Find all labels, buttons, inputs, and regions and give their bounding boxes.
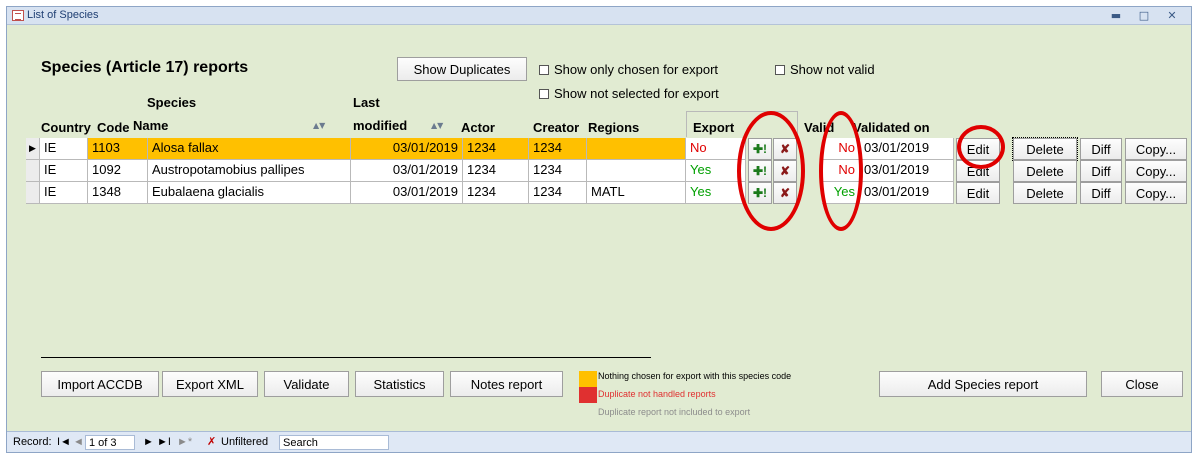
form-icon	[12, 10, 24, 21]
close-icon[interactable]: ✕	[1161, 7, 1183, 25]
only-chosen-label: Show only chosen for export	[554, 62, 719, 77]
cell-code[interactable]: 1092	[88, 160, 148, 182]
cell-last-modified[interactable]: 03/01/2019	[351, 138, 463, 160]
filter-icon: ✗	[207, 436, 217, 448]
species-list-window: List of Species ▬ □ ✕ Species (Article 1…	[6, 6, 1192, 453]
delete-button[interactable]: Delete	[1013, 182, 1077, 204]
diff-button[interactable]: Diff	[1080, 182, 1122, 204]
filter-status[interactable]: Unfiltered	[221, 435, 268, 450]
legend-swatch-orange	[579, 371, 597, 387]
cell-species-name[interactable]: Alosa fallax	[148, 138, 351, 160]
record-selector[interactable]	[26, 160, 40, 182]
cell-country[interactable]: IE	[40, 138, 88, 160]
new-record-button[interactable]: ►*	[177, 435, 192, 450]
only-chosen-checkbox[interactable]	[539, 64, 549, 75]
legend-swatch-red	[579, 387, 597, 403]
title-bar[interactable]: List of Species ▬ □ ✕	[7, 7, 1191, 25]
legend-dup-not-handled: Duplicate not handled reports	[598, 389, 716, 399]
annotation-ring-edit	[957, 125, 1005, 169]
cell-code[interactable]: 1103	[88, 138, 148, 160]
show-duplicates-button[interactable]: Show Duplicates	[397, 57, 527, 81]
cell-regions[interactable]	[587, 160, 686, 182]
window-title: List of Species	[27, 9, 99, 21]
cell-creator[interactable]: 1234	[529, 182, 587, 204]
not-valid-label: Show not valid	[790, 62, 875, 77]
import-accdb-button[interactable]: Import ACCDB	[41, 371, 159, 397]
export-xml-button[interactable]: Export XML	[162, 371, 258, 397]
first-record-button[interactable]: I◄	[57, 435, 71, 450]
not-selected-checkbox[interactable]	[539, 88, 549, 99]
form-heading: Species (Article 17) reports	[41, 59, 249, 76]
record-navigator: Record: I◄ ◄ 1 of 3 ► ►I ►* ✗ Unfiltered…	[7, 431, 1191, 452]
search-field[interactable]: Search	[279, 435, 389, 450]
header-actor: Actor	[461, 120, 495, 135]
header-code: Code	[97, 120, 130, 135]
cell-validated-on[interactable]: 03/01/2019	[860, 160, 954, 182]
header-validated-on: Validated on	[853, 120, 930, 135]
prev-record-button[interactable]: ◄	[73, 435, 84, 450]
not-selected-label: Show not selected for export	[554, 86, 719, 101]
cell-actor[interactable]: 1234	[463, 160, 529, 182]
record-selector[interactable]: ▶	[26, 138, 40, 160]
copy-button[interactable]: Copy...	[1125, 160, 1187, 182]
annotation-ring-export	[737, 111, 805, 231]
restore-icon[interactable]: □	[1133, 7, 1155, 25]
cell-last-modified[interactable]: 03/01/2019	[351, 182, 463, 204]
header-species-1: Species	[147, 95, 197, 110]
legend-nothing-chosen: Nothing chosen for export with this spec…	[598, 371, 792, 381]
close-button[interactable]: Close	[1101, 371, 1183, 397]
cell-code[interactable]: 1348	[88, 182, 148, 204]
next-record-button[interactable]: ►	[143, 435, 154, 450]
species-sort-icon[interactable]: ▲▼	[313, 121, 325, 130]
cell-creator[interactable]: 1234	[529, 138, 587, 160]
copy-button[interactable]: Copy...	[1125, 182, 1187, 204]
cell-regions[interactable]: MATL	[587, 182, 686, 204]
cell-species-name[interactable]: Eubalaena glacialis	[148, 182, 351, 204]
cell-country[interactable]: IE	[40, 182, 88, 204]
diff-button[interactable]: Diff	[1080, 138, 1122, 160]
cell-last-modified[interactable]: 03/01/2019	[351, 160, 463, 182]
minimize-icon[interactable]: ▬	[1105, 7, 1127, 25]
delete-button[interactable]: Delete	[1013, 160, 1077, 182]
record-label: Record:	[13, 436, 52, 448]
diff-button[interactable]: Diff	[1080, 160, 1122, 182]
record-selector[interactable]	[26, 182, 40, 204]
cell-species-name[interactable]: Austropotamobius pallipes	[148, 160, 351, 182]
header-export: Export	[693, 120, 735, 135]
annotation-ring-valid	[819, 111, 863, 231]
footer-separator	[41, 357, 651, 358]
statistics-button[interactable]: Statistics	[355, 371, 444, 397]
header-last-modified-1: Last	[353, 95, 380, 110]
legend-dup-not-included: Duplicate report not included to export	[598, 407, 751, 417]
not-selected-filter[interactable]: Show not selected for export	[539, 86, 719, 101]
validate-button[interactable]: Validate	[264, 371, 349, 397]
delete-button[interactable]: Delete	[1012, 137, 1078, 161]
record-position-field[interactable]: 1 of 3	[85, 435, 135, 450]
cell-actor[interactable]: 1234	[463, 138, 529, 160]
cell-creator[interactable]: 1234	[529, 160, 587, 182]
modified-sort-icon[interactable]: ▲▼	[431, 121, 443, 130]
add-species-report-button[interactable]: Add Species report	[879, 371, 1087, 397]
cell-actor[interactable]: 1234	[463, 182, 529, 204]
cell-country[interactable]: IE	[40, 160, 88, 182]
not-valid-filter[interactable]: Show not valid	[775, 62, 875, 77]
notes-report-button[interactable]: Notes report	[450, 371, 563, 397]
header-species-name: Name	[133, 118, 169, 133]
header-regions: Regions	[588, 120, 640, 135]
header-last-modified: modified	[353, 118, 408, 133]
cell-validated-on[interactable]: 03/01/2019	[860, 138, 954, 160]
cell-regions[interactable]	[587, 138, 686, 160]
header-creator: Creator	[533, 120, 580, 135]
copy-button[interactable]: Copy...	[1125, 138, 1187, 160]
last-record-button[interactable]: ►I	[157, 435, 171, 450]
only-chosen-filter[interactable]: Show only chosen for export	[539, 62, 718, 77]
header-country: Country	[41, 120, 91, 135]
edit-button[interactable]: Edit	[956, 182, 1000, 204]
cell-validated-on[interactable]: 03/01/2019	[860, 182, 954, 204]
not-valid-checkbox[interactable]	[775, 64, 785, 75]
